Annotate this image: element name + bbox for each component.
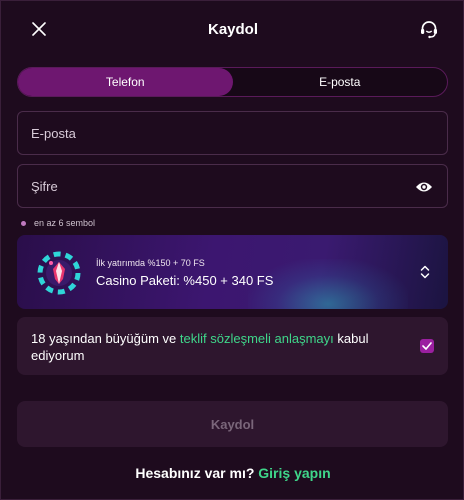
- modal-title: Kaydol: [207, 20, 258, 38]
- password-field-container: [17, 164, 448, 208]
- terms-link[interactable]: teklif sözleşmeli anlaşmayı: [180, 331, 334, 346]
- login-prompt: Hesabınız var mı? Giriş yapın: [1, 465, 464, 481]
- email-field[interactable]: [31, 125, 391, 141]
- show-password-button[interactable]: [414, 177, 434, 197]
- casino-chip-icon: [37, 251, 81, 295]
- tab-email[interactable]: E-posta: [233, 68, 448, 96]
- login-link[interactable]: Giriş yapın: [258, 465, 330, 481]
- password-hint: en az 6 sembol: [21, 217, 95, 229]
- hint-bullet-icon: [21, 220, 26, 226]
- promo-first-deposit: İlk yatırımda %150 + 70 FS: [96, 258, 205, 268]
- signup-submit-button[interactable]: Kaydol: [17, 401, 448, 447]
- checkmark-icon: [422, 342, 432, 350]
- bonus-selector[interactable]: İlk yatırımda %150 + 70 FS Casino Paketi…: [17, 235, 448, 309]
- support-button[interactable]: [417, 17, 441, 41]
- signup-modal: Kaydol Telefon E-posta E-posta en az 6 s…: [0, 0, 464, 500]
- consent-text: 18 yaşından büyüğüm ve teklif sözleşmeli…: [31, 330, 411, 364]
- signup-method-tabs: Telefon E-posta: [17, 67, 448, 97]
- tab-phone[interactable]: Telefon: [18, 68, 233, 96]
- eye-icon: [416, 182, 432, 192]
- email-field-container: [17, 111, 448, 155]
- headset-support-icon: [421, 21, 437, 39]
- login-question: Hesabınız var mı?: [135, 465, 259, 481]
- close-button[interactable]: [27, 17, 51, 41]
- modal-header: Kaydol: [1, 1, 464, 57]
- consent-checkbox[interactable]: [420, 339, 434, 353]
- terms-consent: 18 yaşından büyüğüm ve teklif sözleşmeli…: [17, 317, 448, 375]
- chevron-up-down-icon: [418, 263, 432, 281]
- promo-package: Casino Paketi: %450 + 340 FS: [96, 273, 274, 288]
- consent-text-before: 18 yaşından büyüğüm ve: [31, 331, 180, 346]
- password-hint-text: en az 6 sembol: [34, 218, 96, 228]
- close-icon: [32, 22, 46, 36]
- password-field[interactable]: [31, 178, 391, 194]
